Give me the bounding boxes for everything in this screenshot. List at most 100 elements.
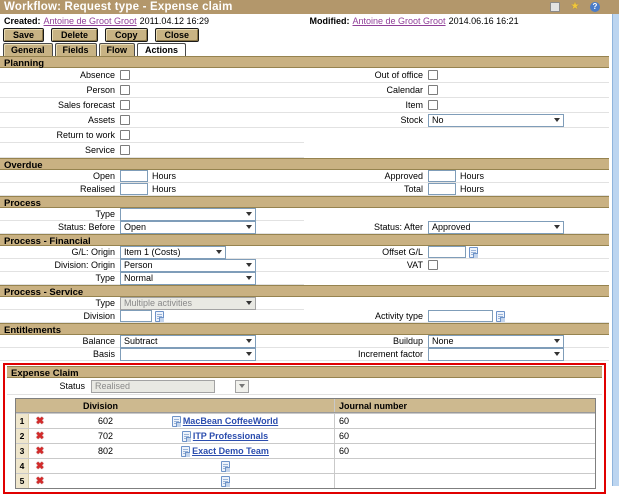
balance-label: Balance [0,336,120,346]
table-row: 2 ✖ ITP Professionals 60 [16,428,595,443]
tab-actions[interactable]: Actions [137,43,186,56]
realised-hours-input[interactable] [120,183,148,195]
increment-factor-select[interactable] [428,348,564,361]
created-user-link[interactable]: Antoine de Groot Groot [44,16,137,26]
basis-select[interactable] [120,348,256,361]
gl-origin-select[interactable]: Item 1 (Costs) [120,246,226,259]
division-link[interactable]: Exact Demo Team [192,446,269,456]
page-title: Workflow: Request type - Expense claim [4,1,233,13]
balance-select[interactable]: Subtract [120,335,256,348]
division-origin-select[interactable]: Person [120,259,256,272]
journal-number-value: 60 [334,444,595,458]
assets-checkbox[interactable] [120,115,130,125]
status-before-select[interactable]: Open [120,221,256,234]
buildup-select[interactable]: None [428,335,564,348]
total-label: Total [304,184,428,194]
process-type-select[interactable] [120,208,256,221]
service-division-input[interactable] [120,310,152,322]
service-type-select: Multiple activities [120,297,256,310]
created-date: 2011.04.12 16:29 [140,16,209,26]
browse-icon[interactable] [155,311,164,322]
chevron-down-icon [246,276,252,280]
return-to-work-label: Return to work [0,130,120,140]
sales-forecast-checkbox[interactable] [120,100,130,110]
delete-row-icon[interactable]: ✖ [36,416,44,427]
browse-icon[interactable] [181,446,190,457]
offset-gl-input[interactable] [428,246,466,258]
delete-row-icon[interactable]: ✖ [36,431,44,442]
expense-claim-highlight-box: Expense Claim Status Realised Division J… [3,363,606,494]
close-button[interactable]: Close [155,28,200,42]
division-code-input[interactable] [67,476,113,486]
assets-label: Assets [0,115,120,125]
delete-button[interactable]: Delete [51,28,98,42]
activity-type-input[interactable] [428,310,493,322]
tab-flow[interactable]: Flow [99,43,136,56]
chevron-down-icon [554,118,560,122]
chevron-down-icon [246,263,252,267]
calendar-checkbox[interactable] [428,85,438,95]
absence-label: Absence [0,70,120,80]
table-row: 1 ✖ MacBean CoffeeWorld 60 [16,413,595,428]
browse-icon[interactable] [221,476,230,487]
service-checkbox[interactable] [120,145,130,155]
journal-number-value: 60 [334,414,595,428]
division-code-input[interactable] [67,461,113,471]
toolbar: Save Delete Copy Close [0,27,619,43]
chevron-down-icon [246,339,252,343]
division-link[interactable]: ITP Professionals [193,431,268,441]
vertical-scrollbar[interactable] [612,14,619,486]
expense-claim-table: Division Journal number 1 ✖ MacBean Coff… [15,398,596,489]
save-button[interactable]: Save [3,28,44,42]
browse-icon[interactable] [221,461,230,472]
entitlements-section-header: Entitlements [0,323,609,335]
increment-factor-label: Increment factor [304,349,428,359]
return-to-work-checkbox[interactable] [120,130,130,140]
status-after-select[interactable]: Approved [428,221,564,234]
browse-icon[interactable] [182,431,191,442]
delete-row-icon[interactable]: ✖ [36,461,44,472]
division-code-input[interactable] [67,431,113,441]
open-label: Open [0,171,120,181]
vat-checkbox[interactable] [428,260,438,270]
chevron-down-icon [246,301,252,305]
tab-fields[interactable]: Fields [55,43,97,56]
item-label: Item [304,100,428,110]
item-checkbox[interactable] [428,100,438,110]
financial-type-select[interactable]: Normal [120,272,256,285]
browse-icon[interactable] [172,416,181,427]
stock-select[interactable]: No [428,114,564,127]
tab-general[interactable]: General [3,43,53,56]
total-hours-input[interactable] [428,183,456,195]
sales-forecast-label: Sales forecast [0,100,120,110]
favorite-icon[interactable]: ★ [570,2,580,12]
absence-checkbox[interactable] [120,70,130,80]
status-after-label: Status: After [304,222,428,232]
table-row: 4 ✖ [16,458,595,473]
offset-gl-label: Offset G/L [304,247,428,257]
expense-status-dropdown-button[interactable] [235,380,249,393]
overdue-section-header: Overdue [0,158,609,170]
row-number: 2 [16,429,29,443]
approved-hours-input[interactable] [428,170,456,182]
delete-row-icon[interactable]: ✖ [36,446,44,457]
out-of-office-checkbox[interactable] [428,70,438,80]
chevron-down-icon [246,352,252,356]
open-hours-input[interactable] [120,170,148,182]
browse-icon[interactable] [469,247,478,258]
division-code-input[interactable] [67,416,113,426]
table-header-row: Division Journal number [16,399,595,413]
modified-user-link[interactable]: Antoine de Groot Groot [353,16,446,26]
division-origin-label: Division: Origin [0,260,120,270]
division-link[interactable]: MacBean CoffeeWorld [183,416,278,426]
vat-label: VAT [304,260,428,270]
browse-icon[interactable] [496,311,505,322]
process-financial-section-header: Process - Financial [0,234,609,246]
calendar-label: Calendar [304,85,428,95]
help-icon[interactable]: ? [590,2,600,12]
note-icon[interactable] [550,2,560,12]
delete-row-icon[interactable]: ✖ [36,476,44,487]
copy-button[interactable]: Copy [105,28,148,42]
division-code-input[interactable] [67,446,113,456]
person-checkbox[interactable] [120,85,130,95]
